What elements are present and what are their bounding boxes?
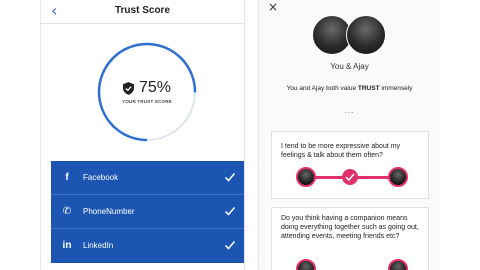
match-names: You & Ajay: [330, 62, 369, 71]
shared-value-suffix: immensely: [379, 85, 413, 92]
question-card: Do you think having a companion means do…: [271, 207, 429, 270]
match-avatars: [312, 15, 392, 57]
score-row: 75%: [95, 79, 199, 97]
question-text: Do you think having a companion means do…: [281, 215, 419, 240]
avatar-ajay: [388, 259, 408, 270]
app-screenshot: ‹ Trust Score 75% YOUR TRUST SCORE f Fac…: [0, 0, 480, 270]
avatar-you: [296, 167, 316, 187]
checkmark-icon: [345, 173, 355, 182]
question-card: I tend to be more expressive about my fe…: [271, 131, 429, 199]
match-heart: [342, 169, 358, 185]
avatar-you: [296, 259, 316, 270]
answer-comparison-scale: [294, 258, 410, 270]
account-row-facebook[interactable]: f Facebook: [51, 161, 244, 195]
account-row-linkedin[interactable]: in LinkedIn: [51, 229, 244, 263]
avatar-ajay: [388, 167, 408, 187]
checkmark-icon: [224, 207, 236, 216]
trust-score-screen: ‹ Trust Score 75% YOUR TRUST SCORE f Fac…: [40, 0, 245, 270]
avatar-ajay: [346, 15, 386, 55]
phone-icon: ✆: [62, 206, 72, 217]
header-bar: ‹ Trust Score: [41, 0, 244, 24]
shared-value-text: You and Ajay both value TRUST immensely: [259, 85, 440, 92]
checkmark-icon: [224, 241, 236, 250]
answer-comparison-scale: [294, 166, 410, 188]
shield-check-icon: [122, 81, 134, 95]
trust-score-value: 75%: [138, 79, 172, 96]
verified-accounts-list: f Facebook ✆ PhoneNumber in LinkedIn: [51, 161, 244, 263]
checkmark-icon: [224, 173, 236, 182]
ellipsis: ...: [344, 106, 355, 115]
linkedin-icon: in: [62, 240, 72, 251]
close-icon[interactable]: ×: [268, 0, 278, 14]
account-label: PhoneNumber: [83, 207, 135, 216]
match-screen: × You & Ajay You and Ajay both value TRU…: [258, 0, 440, 270]
account-row-phone[interactable]: ✆ PhoneNumber: [51, 195, 244, 229]
shared-value-keyword: TRUST: [357, 85, 380, 92]
account-label: Facebook: [83, 173, 119, 182]
question-text: I tend to be more expressive about my fe…: [281, 143, 401, 159]
trust-score-label: YOUR TRUST SCORE: [122, 99, 172, 104]
page-title: Trust Score: [114, 5, 171, 16]
account-label: LinkedIn: [83, 241, 114, 250]
shared-value-prefix: You and Ajay both value: [286, 85, 358, 92]
facebook-icon: f: [65, 172, 69, 183]
